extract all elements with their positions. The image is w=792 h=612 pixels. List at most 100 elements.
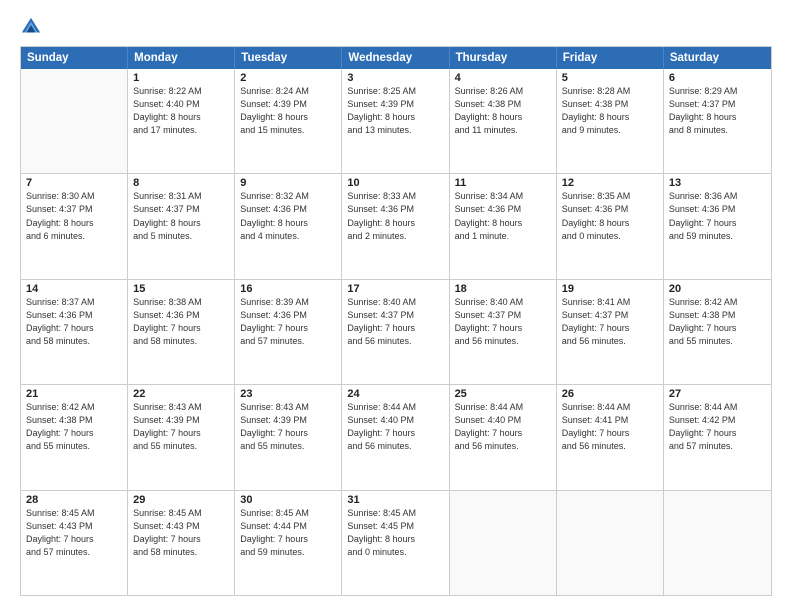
day-content: Sunrise: 8:34 AMSunset: 4:36 PMDaylight:… (455, 190, 551, 242)
day-number: 23 (240, 388, 336, 400)
header-day-tuesday: Tuesday (235, 47, 342, 69)
calendar-cell: 19Sunrise: 8:41 AMSunset: 4:37 PMDayligh… (557, 280, 664, 384)
header-day-sunday: Sunday (21, 47, 128, 69)
day-number: 26 (562, 388, 658, 400)
day-number: 15 (133, 283, 229, 295)
day-content: Sunrise: 8:38 AMSunset: 4:36 PMDaylight:… (133, 296, 229, 348)
calendar-cell: 27Sunrise: 8:44 AMSunset: 4:42 PMDayligh… (664, 385, 771, 489)
day-content: Sunrise: 8:29 AMSunset: 4:37 PMDaylight:… (669, 85, 766, 137)
day-number: 14 (26, 283, 122, 295)
calendar-cell: 5Sunrise: 8:28 AMSunset: 4:38 PMDaylight… (557, 69, 664, 173)
header-day-wednesday: Wednesday (342, 47, 449, 69)
calendar-cell: 7Sunrise: 8:30 AMSunset: 4:37 PMDaylight… (21, 174, 128, 278)
day-content: Sunrise: 8:22 AMSunset: 4:40 PMDaylight:… (133, 85, 229, 137)
page: SundayMondayTuesdayWednesdayThursdayFrid… (0, 0, 792, 612)
day-content: Sunrise: 8:39 AMSunset: 4:36 PMDaylight:… (240, 296, 336, 348)
day-number: 22 (133, 388, 229, 400)
header-day-saturday: Saturday (664, 47, 771, 69)
calendar-cell: 31Sunrise: 8:45 AMSunset: 4:45 PMDayligh… (342, 491, 449, 595)
day-content: Sunrise: 8:45 AMSunset: 4:43 PMDaylight:… (26, 507, 122, 559)
calendar-cell: 25Sunrise: 8:44 AMSunset: 4:40 PMDayligh… (450, 385, 557, 489)
day-content: Sunrise: 8:28 AMSunset: 4:38 PMDaylight:… (562, 85, 658, 137)
day-content: Sunrise: 8:26 AMSunset: 4:38 PMDaylight:… (455, 85, 551, 137)
calendar-cell: 23Sunrise: 8:43 AMSunset: 4:39 PMDayligh… (235, 385, 342, 489)
day-number: 28 (26, 494, 122, 506)
calendar-cell: 12Sunrise: 8:35 AMSunset: 4:36 PMDayligh… (557, 174, 664, 278)
calendar-cell (557, 491, 664, 595)
calendar-cell: 16Sunrise: 8:39 AMSunset: 4:36 PMDayligh… (235, 280, 342, 384)
day-content: Sunrise: 8:44 AMSunset: 4:40 PMDaylight:… (455, 401, 551, 453)
day-content: Sunrise: 8:42 AMSunset: 4:38 PMDaylight:… (26, 401, 122, 453)
calendar-row-3: 14Sunrise: 8:37 AMSunset: 4:36 PMDayligh… (21, 279, 771, 384)
calendar-cell: 21Sunrise: 8:42 AMSunset: 4:38 PMDayligh… (21, 385, 128, 489)
day-number: 27 (669, 388, 766, 400)
day-content: Sunrise: 8:43 AMSunset: 4:39 PMDaylight:… (133, 401, 229, 453)
calendar-cell: 2Sunrise: 8:24 AMSunset: 4:39 PMDaylight… (235, 69, 342, 173)
calendar-cell: 26Sunrise: 8:44 AMSunset: 4:41 PMDayligh… (557, 385, 664, 489)
day-number: 12 (562, 177, 658, 189)
day-content: Sunrise: 8:44 AMSunset: 4:40 PMDaylight:… (347, 401, 443, 453)
day-number: 1 (133, 72, 229, 84)
logo (20, 16, 46, 38)
day-content: Sunrise: 8:42 AMSunset: 4:38 PMDaylight:… (669, 296, 766, 348)
calendar-cell: 6Sunrise: 8:29 AMSunset: 4:37 PMDaylight… (664, 69, 771, 173)
calendar-cell: 30Sunrise: 8:45 AMSunset: 4:44 PMDayligh… (235, 491, 342, 595)
header-day-monday: Monday (128, 47, 235, 69)
calendar-cell: 14Sunrise: 8:37 AMSunset: 4:36 PMDayligh… (21, 280, 128, 384)
day-content: Sunrise: 8:24 AMSunset: 4:39 PMDaylight:… (240, 85, 336, 137)
day-number: 5 (562, 72, 658, 84)
calendar-cell (664, 491, 771, 595)
calendar-cell: 8Sunrise: 8:31 AMSunset: 4:37 PMDaylight… (128, 174, 235, 278)
day-content: Sunrise: 8:44 AMSunset: 4:42 PMDaylight:… (669, 401, 766, 453)
day-content: Sunrise: 8:45 AMSunset: 4:44 PMDaylight:… (240, 507, 336, 559)
calendar-cell: 1Sunrise: 8:22 AMSunset: 4:40 PMDaylight… (128, 69, 235, 173)
day-content: Sunrise: 8:36 AMSunset: 4:36 PMDaylight:… (669, 190, 766, 242)
calendar-cell (21, 69, 128, 173)
day-number: 24 (347, 388, 443, 400)
day-number: 11 (455, 177, 551, 189)
calendar-row-5: 28Sunrise: 8:45 AMSunset: 4:43 PMDayligh… (21, 490, 771, 595)
calendar-cell: 3Sunrise: 8:25 AMSunset: 4:39 PMDaylight… (342, 69, 449, 173)
calendar-cell: 24Sunrise: 8:44 AMSunset: 4:40 PMDayligh… (342, 385, 449, 489)
day-number: 19 (562, 283, 658, 295)
day-number: 2 (240, 72, 336, 84)
header-day-thursday: Thursday (450, 47, 557, 69)
day-number: 17 (347, 283, 443, 295)
day-number: 21 (26, 388, 122, 400)
day-number: 29 (133, 494, 229, 506)
header-day-friday: Friday (557, 47, 664, 69)
calendar-row-4: 21Sunrise: 8:42 AMSunset: 4:38 PMDayligh… (21, 384, 771, 489)
day-content: Sunrise: 8:25 AMSunset: 4:39 PMDaylight:… (347, 85, 443, 137)
day-number: 8 (133, 177, 229, 189)
day-number: 3 (347, 72, 443, 84)
day-content: Sunrise: 8:40 AMSunset: 4:37 PMDaylight:… (347, 296, 443, 348)
day-number: 31 (347, 494, 443, 506)
day-content: Sunrise: 8:45 AMSunset: 4:43 PMDaylight:… (133, 507, 229, 559)
calendar-body: 1Sunrise: 8:22 AMSunset: 4:40 PMDaylight… (21, 69, 771, 595)
logo-icon (20, 16, 42, 38)
day-number: 13 (669, 177, 766, 189)
header (20, 16, 772, 38)
day-content: Sunrise: 8:30 AMSunset: 4:37 PMDaylight:… (26, 190, 122, 242)
day-content: Sunrise: 8:43 AMSunset: 4:39 PMDaylight:… (240, 401, 336, 453)
day-content: Sunrise: 8:40 AMSunset: 4:37 PMDaylight:… (455, 296, 551, 348)
calendar-cell: 10Sunrise: 8:33 AMSunset: 4:36 PMDayligh… (342, 174, 449, 278)
day-number: 10 (347, 177, 443, 189)
calendar-cell: 4Sunrise: 8:26 AMSunset: 4:38 PMDaylight… (450, 69, 557, 173)
day-number: 25 (455, 388, 551, 400)
day-content: Sunrise: 8:35 AMSunset: 4:36 PMDaylight:… (562, 190, 658, 242)
calendar-cell: 22Sunrise: 8:43 AMSunset: 4:39 PMDayligh… (128, 385, 235, 489)
day-content: Sunrise: 8:31 AMSunset: 4:37 PMDaylight:… (133, 190, 229, 242)
calendar-cell: 13Sunrise: 8:36 AMSunset: 4:36 PMDayligh… (664, 174, 771, 278)
calendar-cell: 18Sunrise: 8:40 AMSunset: 4:37 PMDayligh… (450, 280, 557, 384)
day-number: 4 (455, 72, 551, 84)
calendar-cell: 28Sunrise: 8:45 AMSunset: 4:43 PMDayligh… (21, 491, 128, 595)
day-number: 18 (455, 283, 551, 295)
day-content: Sunrise: 8:37 AMSunset: 4:36 PMDaylight:… (26, 296, 122, 348)
day-number: 6 (669, 72, 766, 84)
calendar: SundayMondayTuesdayWednesdayThursdayFrid… (20, 46, 772, 596)
day-content: Sunrise: 8:44 AMSunset: 4:41 PMDaylight:… (562, 401, 658, 453)
day-number: 9 (240, 177, 336, 189)
day-content: Sunrise: 8:32 AMSunset: 4:36 PMDaylight:… (240, 190, 336, 242)
calendar-cell: 11Sunrise: 8:34 AMSunset: 4:36 PMDayligh… (450, 174, 557, 278)
